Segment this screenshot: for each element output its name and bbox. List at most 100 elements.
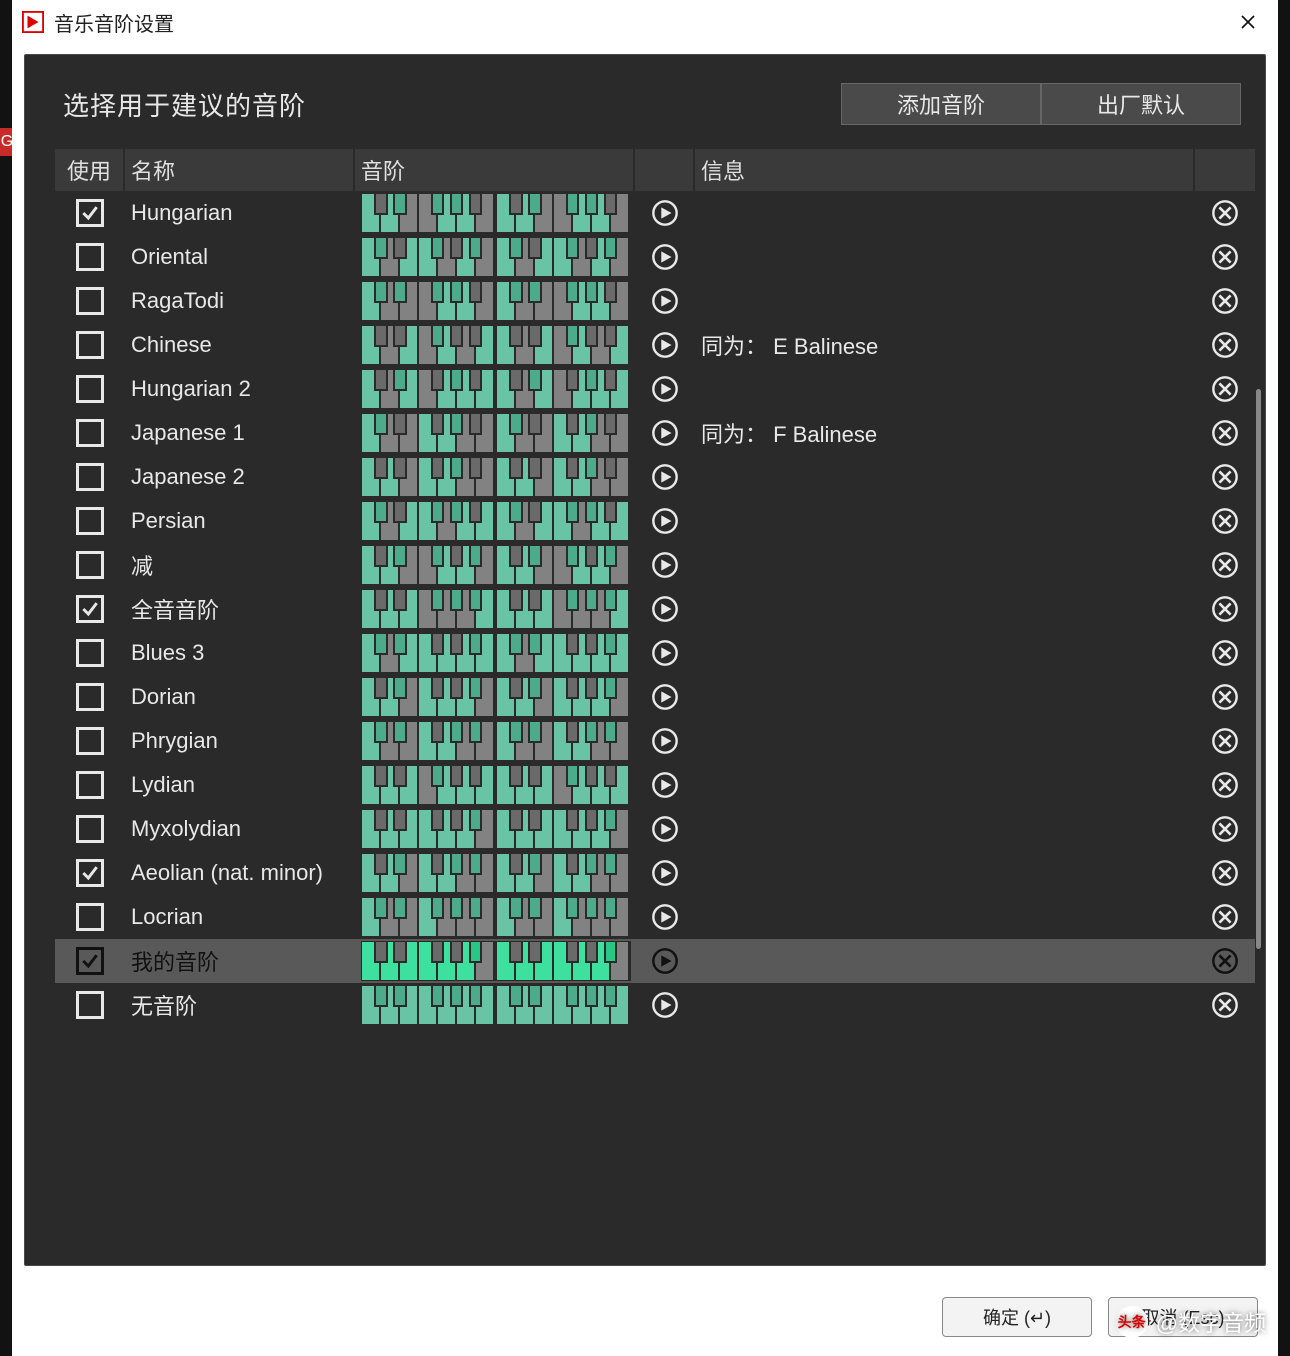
table-row[interactable]: 无音阶 [55, 983, 1255, 1027]
table-row[interactable]: Blues 3 [55, 631, 1255, 675]
use-checkbox[interactable] [76, 947, 104, 975]
play-button[interactable] [650, 682, 680, 712]
play-button[interactable] [650, 506, 680, 536]
scale-name[interactable]: Aeolian (nat. minor) [125, 860, 355, 886]
close-button[interactable] [1228, 2, 1268, 42]
scale-name[interactable]: RagaTodi [125, 288, 355, 314]
use-checkbox[interactable] [76, 551, 104, 579]
play-button[interactable] [650, 550, 680, 580]
play-button[interactable] [650, 726, 680, 756]
factory-default-button[interactable]: 出厂默认 [1041, 83, 1241, 125]
delete-button[interactable] [1210, 594, 1240, 624]
scale-name[interactable]: 减 [125, 549, 355, 581]
scale-name[interactable]: 全音音阶 [125, 593, 355, 625]
delete-button[interactable] [1210, 550, 1240, 580]
play-button[interactable] [650, 418, 680, 448]
use-checkbox[interactable] [76, 771, 104, 799]
use-checkbox[interactable] [76, 419, 104, 447]
delete-button[interactable] [1210, 638, 1240, 668]
scale-name[interactable]: 我的音阶 [125, 945, 355, 977]
delete-button[interactable] [1210, 946, 1240, 976]
table-row[interactable]: Lydian [55, 763, 1255, 807]
table-row[interactable]: Oriental [55, 235, 1255, 279]
delete-button[interactable] [1210, 462, 1240, 492]
use-checkbox[interactable] [76, 859, 104, 887]
scale-name[interactable]: Hungarian 2 [125, 376, 355, 402]
table-row[interactable]: Locrian [55, 895, 1255, 939]
use-checkbox[interactable] [76, 507, 104, 535]
scale-name[interactable]: Hungarian [125, 200, 355, 226]
scale-name[interactable]: Dorian [125, 684, 355, 710]
scale-name[interactable]: Myxolydian [125, 816, 355, 842]
table-row[interactable]: 我的音阶 [55, 939, 1255, 983]
play-button[interactable] [650, 770, 680, 800]
col-header-info[interactable]: 信息 [695, 149, 1195, 191]
scale-name[interactable]: Phrygian [125, 728, 355, 754]
col-header-use[interactable]: 使用 [55, 149, 125, 191]
table-row[interactable]: RagaTodi [55, 279, 1255, 323]
table-row[interactable]: 全音音阶 [55, 587, 1255, 631]
play-button[interactable] [650, 330, 680, 360]
use-checkbox[interactable] [76, 287, 104, 315]
use-checkbox[interactable] [76, 683, 104, 711]
delete-button[interactable] [1210, 286, 1240, 316]
play-button[interactable] [650, 946, 680, 976]
add-scale-button[interactable]: 添加音阶 [841, 83, 1041, 125]
play-button[interactable] [650, 198, 680, 228]
delete-button[interactable] [1210, 330, 1240, 360]
use-checkbox[interactable] [76, 727, 104, 755]
delete-button[interactable] [1210, 770, 1240, 800]
ok-button[interactable]: 确定 (↵) [942, 1297, 1092, 1337]
use-checkbox[interactable] [76, 243, 104, 271]
cancel-button[interactable]: 取消 (Esc) [1108, 1297, 1258, 1337]
use-checkbox[interactable] [76, 331, 104, 359]
use-checkbox[interactable] [76, 639, 104, 667]
scale-name[interactable]: Japanese 1 [125, 420, 355, 446]
delete-button[interactable] [1210, 858, 1240, 888]
use-checkbox[interactable] [76, 463, 104, 491]
table-row[interactable]: Japanese 1同为： F Balinese [55, 411, 1255, 455]
use-checkbox[interactable] [76, 815, 104, 843]
table-row[interactable]: Aeolian (nat. minor) [55, 851, 1255, 895]
play-button[interactable] [650, 990, 680, 1020]
scale-name[interactable]: Oriental [125, 244, 355, 270]
use-checkbox[interactable] [76, 595, 104, 623]
table-row[interactable]: Hungarian 2 [55, 367, 1255, 411]
use-checkbox[interactable] [76, 375, 104, 403]
scale-name[interactable]: Lydian [125, 772, 355, 798]
scrollbar-thumb[interactable] [1256, 389, 1261, 949]
scale-name[interactable]: Persian [125, 508, 355, 534]
play-button[interactable] [650, 594, 680, 624]
play-button[interactable] [650, 638, 680, 668]
delete-button[interactable] [1210, 198, 1240, 228]
use-checkbox[interactable] [76, 991, 104, 1019]
table-row[interactable]: Japanese 2 [55, 455, 1255, 499]
table-row[interactable]: 减 [55, 543, 1255, 587]
table-row[interactable]: Phrygian [55, 719, 1255, 763]
play-button[interactable] [650, 242, 680, 272]
col-header-scale[interactable]: 音阶 [355, 149, 635, 191]
use-checkbox[interactable] [76, 199, 104, 227]
play-button[interactable] [650, 858, 680, 888]
play-button[interactable] [650, 902, 680, 932]
table-row[interactable]: Persian [55, 499, 1255, 543]
delete-button[interactable] [1210, 506, 1240, 536]
col-header-name[interactable]: 名称 [125, 149, 355, 191]
delete-button[interactable] [1210, 242, 1240, 272]
scale-name[interactable]: Blues 3 [125, 640, 355, 666]
delete-button[interactable] [1210, 726, 1240, 756]
scale-name[interactable]: Locrian [125, 904, 355, 930]
delete-button[interactable] [1210, 682, 1240, 712]
use-checkbox[interactable] [76, 903, 104, 931]
scale-name[interactable]: Chinese [125, 332, 355, 358]
delete-button[interactable] [1210, 902, 1240, 932]
play-button[interactable] [650, 814, 680, 844]
delete-button[interactable] [1210, 990, 1240, 1020]
table-row[interactable]: Hungarian [55, 191, 1255, 235]
scale-name[interactable]: 无音阶 [125, 989, 355, 1021]
table-row[interactable]: Dorian [55, 675, 1255, 719]
table-row[interactable]: Myxolydian [55, 807, 1255, 851]
play-button[interactable] [650, 462, 680, 492]
play-button[interactable] [650, 286, 680, 316]
table-row[interactable]: Chinese同为： E Balinese [55, 323, 1255, 367]
